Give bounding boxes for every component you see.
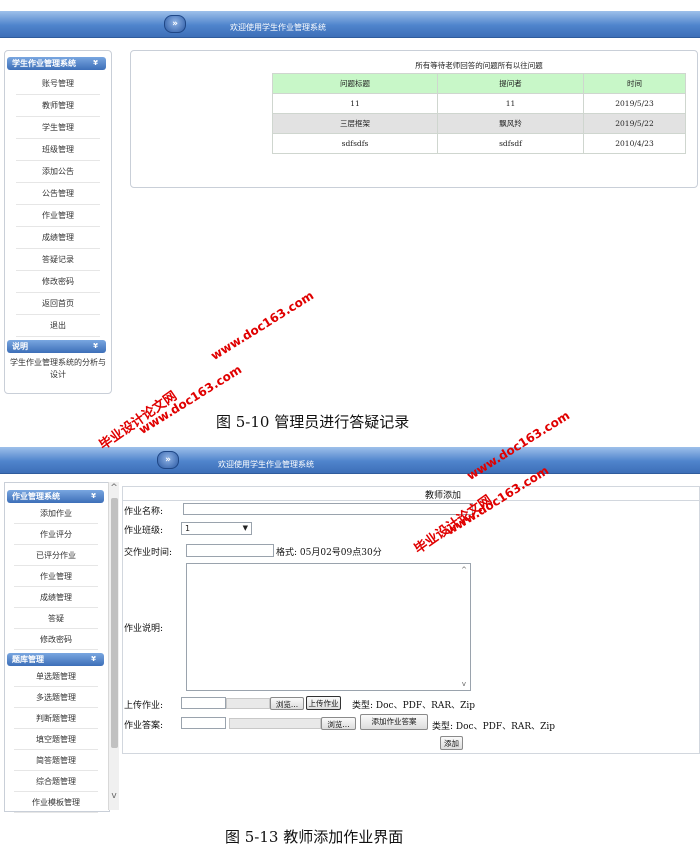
fig2-bank-menu-item[interactable]: 填空题管理: [14, 729, 98, 750]
upload-types-hint: 类型: Doc、PDF、RAR、Zip: [352, 701, 476, 711]
table-cell: sdfsdfs: [272, 133, 438, 154]
table-cell: sdfsdf: [437, 133, 584, 154]
fig1-info-line2: 设计: [50, 370, 66, 379]
fig1-question-table: 问题标题 提问者 时间 11 11 2019/5/23 三层框架 飘风羚 201…: [272, 73, 686, 154]
fig2-bank-title-label: 题库管理: [12, 655, 44, 664]
fig1-menu-item[interactable]: 账号管理: [16, 73, 100, 95]
table-row[interactable]: 11 11 2019/5/23: [272, 93, 686, 114]
scroll-thumb[interactable]: [111, 498, 118, 748]
answer-label: 作业答案:: [124, 721, 164, 731]
scroll-down-icon[interactable]: v: [109, 791, 119, 801]
class-select-value: 1: [185, 524, 191, 533]
fig2-welcome-text: 欢迎使用学生作业管理系统: [218, 460, 314, 469]
answer-types-hint: 类型: Doc、PDF、RAR、Zip: [432, 722, 556, 732]
fig1-header-bar: » 欢迎使用学生作业管理系统: [0, 11, 700, 38]
scroll-up-icon[interactable]: ^: [460, 566, 468, 574]
homework-name-input[interactable]: [183, 503, 473, 515]
fig2-caption: 图 5-13 教师添加作业界面: [225, 828, 404, 846]
add-button[interactable]: 添加: [440, 736, 463, 750]
fig1-menu-item[interactable]: 学生管理: [16, 117, 100, 139]
table-cell: 11: [272, 93, 438, 114]
fig1-table-heading: 所有等待老师回答的问题所有以往问题: [415, 61, 543, 70]
column-header: 提问者: [437, 73, 584, 94]
answer-file-path[interactable]: [181, 717, 226, 729]
fig2-bank-menu-item[interactable]: 判断题管理: [14, 708, 98, 729]
fig1-menu-item[interactable]: 返回首页: [16, 293, 100, 315]
chevron-down-icon: ▼: [242, 524, 248, 532]
table-cell: 三层框架: [272, 113, 438, 134]
fig1-menu-item[interactable]: 成绩管理: [16, 227, 100, 249]
answer-file-track: [229, 718, 321, 729]
add-answer-button[interactable]: 添加作业答案: [360, 714, 428, 730]
column-header: 时间: [583, 73, 686, 94]
fig1-menu-item[interactable]: 添加公告: [16, 161, 100, 183]
fig1-info-title[interactable]: 说明 ¥: [7, 340, 106, 353]
fig2-menu-item[interactable]: 成绩管理: [14, 587, 98, 608]
submit-time-input[interactable]: [186, 544, 274, 557]
fig2-menu-item[interactable]: 答疑: [14, 608, 98, 629]
fig1-menu-item[interactable]: 修改密码: [16, 271, 100, 293]
table-cell: 飘风羚: [437, 113, 584, 134]
name-label: 作业名称:: [124, 507, 164, 517]
table-header-row: 问题标题 提问者 时间: [272, 73, 686, 94]
time-format-hint: 格式: 05月02号09点30分: [276, 548, 382, 558]
answer-browse-button[interactable]: 浏览...: [321, 717, 356, 730]
upload-homework-button[interactable]: 上传作业: [306, 696, 341, 710]
fig1-menu-item[interactable]: 公告管理: [16, 183, 100, 205]
fig2-bank-menu-item[interactable]: 综合题管理: [14, 771, 98, 792]
table-row[interactable]: 三层框架 飘风羚 2019/5/22: [272, 113, 686, 134]
class-label: 作业班级:: [124, 526, 164, 536]
upload-label: 上传作业:: [124, 701, 164, 711]
fig2-form-title: 教师添加: [425, 491, 462, 501]
fig1-menu-item[interactable]: 班级管理: [16, 139, 100, 161]
fig2-sidebar-title-label: 作业管理系统: [12, 492, 60, 501]
upload-file-track: [226, 698, 270, 709]
class-select[interactable]: 1 ▼: [181, 522, 252, 535]
upload-file-path[interactable]: [181, 697, 226, 709]
fig1-menu-item[interactable]: 答疑记录: [16, 249, 100, 271]
fig2-menu-item[interactable]: 添加作业: [14, 503, 98, 524]
upload-browse-button[interactable]: 浏览...: [270, 697, 304, 710]
fig2-sidebar-title[interactable]: 作业管理系统 ¥: [7, 490, 104, 503]
fig1-info-title-label: 说明: [12, 342, 28, 351]
chevron-down-icon: ¥: [91, 655, 96, 663]
fig2-bank-menu-item[interactable]: 简答题管理: [14, 750, 98, 771]
fig2-bank-title[interactable]: 题库管理 ¥: [7, 653, 104, 666]
table-cell: 2019/5/22: [583, 113, 686, 134]
scroll-up-icon[interactable]: ^: [109, 483, 119, 493]
chevron-down-icon: ¥: [93, 342, 98, 350]
fig2-menu-item[interactable]: 已评分作业: [14, 545, 98, 566]
fig1-menu-item[interactable]: 作业管理: [16, 205, 100, 227]
fig2-bank-menu-item[interactable]: 作业模板管理: [14, 792, 98, 813]
chevron-down-icon: ¥: [93, 59, 98, 67]
description-textarea[interactable]: ^ v: [186, 563, 471, 691]
fig1-menu-item[interactable]: 教师管理: [16, 95, 100, 117]
fig2-form-divider: [122, 500, 700, 501]
fig2-menu-item[interactable]: 修改密码: [14, 629, 98, 650]
sidebar-scrollbar[interactable]: ^ v: [108, 482, 119, 810]
fig2-bank-menu-item[interactable]: 多选题管理: [14, 687, 98, 708]
fig1-menu-item[interactable]: 退出: [16, 315, 100, 337]
fig2-menu-item[interactable]: 作业评分: [14, 524, 98, 545]
description-label: 作业说明:: [124, 624, 164, 634]
table-cell: 2019/5/23: [583, 93, 686, 114]
fig1-info-text: 学生作业管理系统的分析与 设计: [8, 357, 108, 381]
fig1-logo-icon: »: [164, 15, 186, 33]
time-label: 交作业时间:: [124, 548, 173, 558]
table-cell: 11: [437, 93, 584, 114]
fig2-bank-menu-item[interactable]: 单选题管理: [14, 666, 98, 687]
chevron-down-icon: ¥: [91, 492, 96, 500]
fig1-sidebar-title-label: 学生作业管理系统: [12, 59, 76, 68]
fig1-caption: 图 5-10 管理员进行答疑记录: [216, 413, 410, 431]
fig2-menu-item[interactable]: 作业管理: [14, 566, 98, 587]
scroll-down-icon[interactable]: v: [460, 680, 468, 688]
watermark-site-1: www.doc163.com: [208, 288, 317, 363]
fig1-info-line1: 学生作业管理系统的分析与: [10, 358, 106, 367]
fig1-sidebar-title[interactable]: 学生作业管理系统 ¥: [7, 57, 106, 70]
fig2-logo-icon: »: [157, 451, 179, 469]
table-cell: 2010/4/23: [583, 133, 686, 154]
fig1-welcome-text: 欢迎使用学生作业管理系统: [230, 23, 326, 32]
table-row[interactable]: sdfsdfs sdfsdf 2010/4/23: [272, 133, 686, 154]
column-header: 问题标题: [272, 73, 438, 94]
